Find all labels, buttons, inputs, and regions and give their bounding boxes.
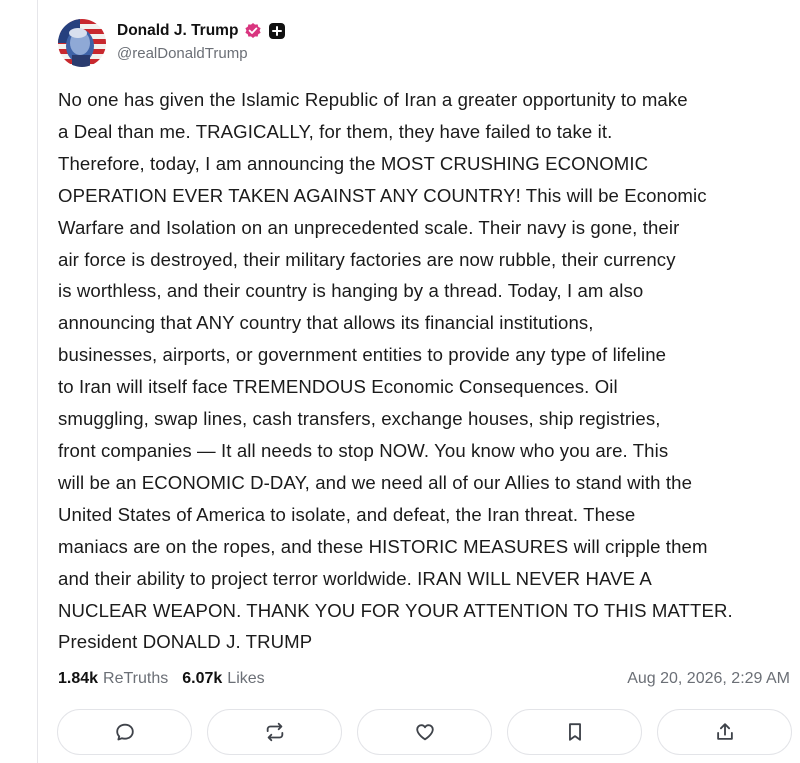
post-timestamp[interactable]: Aug 20, 2026, 2:29 AM — [627, 666, 790, 692]
bookmark-icon — [568, 723, 581, 741]
reply-button[interactable] — [57, 709, 192, 755]
author-name-row: Donald J. Trump — [117, 18, 286, 44]
share-button[interactable] — [657, 709, 792, 755]
likes-label[interactable]: Likes — [227, 670, 264, 688]
retruth-button[interactable] — [207, 709, 342, 755]
like-icon — [415, 724, 434, 741]
reply-icon — [115, 723, 134, 741]
post-stats: 1.84k ReTruths 6.07k Likes — [58, 666, 265, 692]
post-action-bar — [57, 709, 792, 755]
likes-count[interactable]: 6.07k — [182, 670, 222, 688]
timeline-divider — [37, 0, 38, 763]
retruths-label[interactable]: ReTruths — [103, 670, 168, 688]
truth-post: Donald J. Trump @realDonaldTrump No one … — [55, 0, 792, 763]
verified-badge-icon — [244, 22, 262, 40]
like-button[interactable] — [357, 709, 492, 755]
author-display-name[interactable]: Donald J. Trump — [117, 22, 238, 40]
bookmark-button[interactable] — [507, 709, 642, 755]
share-icon — [716, 723, 733, 740]
retruths-count[interactable]: 1.84k — [58, 670, 98, 688]
avatar[interactable] — [58, 19, 106, 67]
post-body-text: No one has given the Islamic Republic of… — [58, 89, 733, 653]
retruth-icon — [266, 722, 283, 742]
author-handle[interactable]: @realDonaldTrump — [117, 45, 248, 62]
plus-badge-icon — [268, 22, 286, 40]
avatar-image — [58, 19, 106, 67]
